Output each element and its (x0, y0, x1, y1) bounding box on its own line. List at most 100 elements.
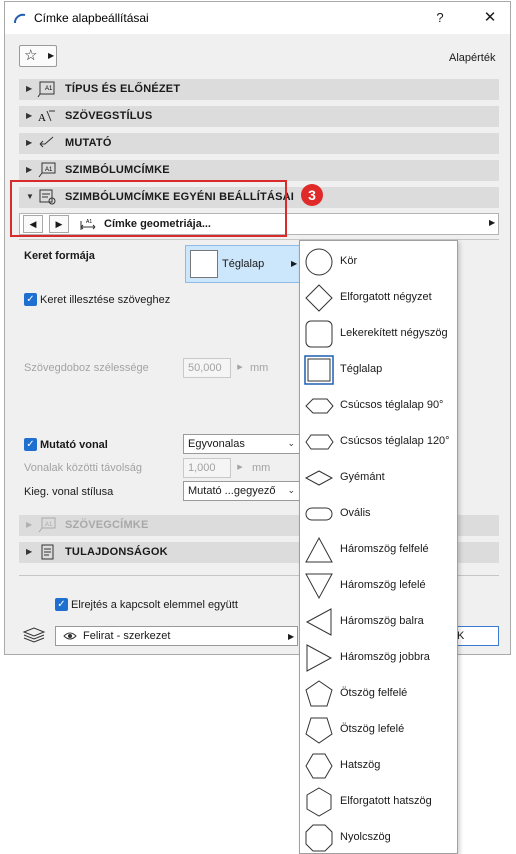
leader-line-label: Mutató vonal (40, 439, 108, 451)
shape-option-label: Kör (340, 255, 358, 267)
textbox-width-unit: mm (250, 362, 269, 374)
close-button[interactable]: ✕ (479, 8, 501, 28)
expand-arrow-icon: ▶ (26, 165, 33, 174)
extra-line-style-value: Mutató ...gegyező (188, 485, 276, 497)
callout-highlight (10, 180, 287, 237)
svg-text:A1: A1 (45, 167, 53, 173)
shape-option-label: Elforgatott hatszög (340, 795, 432, 807)
shape-option-label: Elforgatott négyzet (340, 291, 432, 303)
section-symbol-label[interactable]: ▶ A1 SZIMBÓLUMCÍMKE (19, 160, 499, 181)
rotated-square-shape-icon (305, 284, 333, 312)
frame-shape-menu: Kör Elforgatott négyzet Lekerekített nég… (299, 240, 458, 854)
oval-shape-icon (305, 507, 333, 521)
chevron-right-icon: ▶ (48, 51, 55, 60)
app-icon (14, 13, 26, 24)
shape-option-rectangle-selected[interactable]: Téglalap (300, 351, 457, 387)
line-spacing-label: Vonalak közötti távolság (24, 462, 143, 474)
shape-option-label: Lekerekített négyszög (340, 327, 448, 339)
shape-option-triangle-left[interactable]: Háromszög balra (300, 603, 457, 639)
shape-option-hexagon[interactable]: Hatszög (300, 747, 457, 783)
section-label: TULAJDONSÁGOK (65, 546, 168, 558)
shape-option-label: Háromszög felfelé (340, 543, 429, 555)
favorites-button[interactable]: ☆ ▶ (19, 45, 57, 67)
shape-option-pointed-rect-90[interactable]: Csúcsos téglalap 90° (300, 387, 457, 423)
diamond-shape-icon (304, 470, 334, 486)
rotated-hexagon-shape-icon (306, 787, 332, 817)
line-spacing-unit: mm (252, 462, 271, 474)
expand-arrow-icon: ▶ (26, 138, 33, 147)
section-type-preview[interactable]: ▶ A1 TÍPUS ÉS ELŐNÉZET (19, 79, 499, 100)
shape-option-rotated-hexagon[interactable]: Elforgatott hatszög (300, 783, 457, 819)
hide-with-element-checkbox[interactable]: ✓ (55, 598, 68, 611)
shape-option-label: Háromszög jobbra (340, 651, 430, 663)
label-type-icon: A1 (37, 81, 55, 98)
triangle-up-shape-icon (305, 536, 333, 563)
chevron-down-icon: ⌄ (287, 438, 295, 448)
textbox-width-label: Szövegdoboz szélessége (24, 362, 149, 374)
shape-option-pointed-rect-120[interactable]: Csúcsos téglalap 120° (300, 423, 457, 459)
shape-option-circle[interactable]: Kör (300, 243, 457, 279)
section-label: SZÖVEGCÍMKE (65, 519, 149, 531)
rectangle-shape-icon (304, 355, 334, 385)
expand-arrow-icon: ▶ (26, 84, 33, 93)
svg-text:A1: A1 (45, 86, 53, 92)
leader-line-checkbox[interactable]: ✓ (24, 438, 37, 451)
shape-option-label: Hatszög (340, 759, 381, 771)
rectangle-shape-icon (190, 250, 218, 278)
help-button[interactable]: ? (430, 8, 450, 28)
pentagon-down-shape-icon (305, 717, 333, 744)
shape-option-diamond[interactable]: Gyémánt (300, 459, 457, 495)
section-label: MUTATÓ (65, 137, 112, 149)
star-icon: ☆ (24, 47, 38, 64)
symbol-label-icon: A1 (38, 162, 56, 178)
rounded-rect-shape-icon (305, 320, 333, 348)
frame-shape-value: Téglalap (222, 258, 265, 270)
line-spacing-input[interactable]: 1,000 (183, 458, 231, 478)
shape-option-rotated-square[interactable]: Elforgatott négyzet (300, 279, 457, 315)
fit-frame-label: Keret illesztése szöveghez (40, 294, 171, 306)
pointed-rect-120-shape-icon (305, 434, 334, 450)
expand-arrow-icon: ▶ (26, 547, 33, 556)
triangle-down-shape-icon (305, 573, 333, 600)
shape-option-pentagon-up[interactable]: Ötszög felfelé (300, 675, 457, 711)
shape-option-label: Ötszög felfelé (340, 687, 408, 699)
text-label-icon: A1 (38, 517, 56, 533)
frame-shape-button[interactable]: Téglalap ▶ (185, 245, 303, 283)
shape-option-label: Csúcsos téglalap 90° (340, 399, 444, 411)
shape-option-oval[interactable]: Ovális (300, 495, 457, 531)
textbox-width-input[interactable]: 50,000 (183, 358, 231, 378)
section-pointer[interactable]: ▶ MUTATÓ (19, 133, 499, 154)
extra-line-style-label: Kieg. vonal stílusa (24, 486, 114, 498)
section-text-style[interactable]: ▶ A SZÖVEGSTÍLUS (19, 106, 499, 127)
section-label: TÍPUS ÉS ELŐNÉZET (65, 83, 181, 95)
shape-option-label: Gyémánt (340, 471, 385, 483)
hexagon-shape-icon (305, 753, 333, 779)
triangle-left-shape-icon (305, 608, 332, 636)
shape-option-triangle-up[interactable]: Háromszög felfelé (300, 531, 457, 567)
ok-button[interactable]: K (457, 626, 499, 646)
layer-value: Felirat - szerkezet (83, 630, 171, 642)
eye-icon (63, 632, 77, 640)
shape-option-label: Háromszög lefelé (340, 579, 426, 591)
fit-frame-checkbox[interactable]: ✓ (24, 293, 37, 306)
shape-option-rounded-rect[interactable]: Lekerekített négyszög (300, 315, 457, 351)
leader-line-select[interactable]: Egyvonalas ⌄ (183, 434, 300, 454)
section-label: SZIMBÓLUMCÍMKE (65, 164, 170, 176)
chevron-right-icon: ▶ (237, 364, 243, 371)
shape-option-octagon[interactable]: Nyolcszög (300, 819, 457, 853)
shape-option-triangle-down[interactable]: Háromszög lefelé (300, 567, 457, 603)
pointer-icon (39, 136, 54, 148)
pentagon-up-shape-icon (305, 680, 333, 707)
chevron-right-icon: ▶ (489, 218, 496, 227)
shape-option-triangle-right[interactable]: Háromszög jobbra (300, 639, 457, 675)
chevron-right-icon: ▶ (288, 632, 295, 641)
title-bar: Címke alapbeállításai ? ✕ (5, 2, 510, 34)
svg-text:A1: A1 (45, 522, 53, 528)
shape-option-pentagon-down[interactable]: Ötszög lefelé (300, 711, 457, 747)
layer-select[interactable]: Felirat - szerkezet ▶ (55, 626, 298, 646)
shape-option-label: Csúcsos téglalap 120° (340, 435, 450, 447)
extra-line-style-select[interactable]: Mutató ...gegyező ⌄ (183, 481, 300, 501)
text-style-icon: A (38, 110, 55, 124)
leader-line-value: Egyvonalas (188, 438, 245, 450)
chevron-down-icon: ⌄ (287, 485, 295, 495)
